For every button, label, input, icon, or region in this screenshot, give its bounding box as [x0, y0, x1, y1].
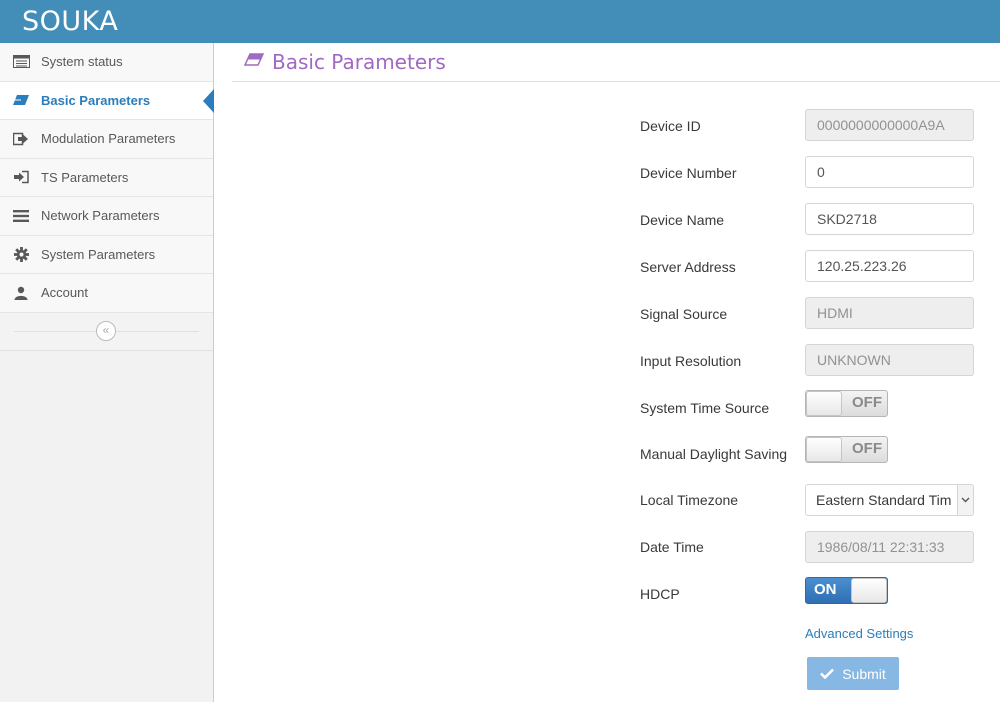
page-header: Basic Parameters — [232, 43, 1000, 82]
sidebar-item-label: Basic Parameters — [41, 92, 151, 108]
device-number-label: Device Number — [640, 165, 737, 181]
sidebar-item-basic-parameters[interactable]: Basic Parameters — [0, 81, 214, 120]
sidebar-item-account[interactable]: Account — [0, 274, 213, 313]
device-id-label: Device ID — [640, 118, 701, 134]
page-title: Basic Parameters — [272, 50, 446, 74]
hdcp-label: HDCP — [640, 586, 680, 602]
menu-icon — [12, 208, 30, 224]
selected-timezone: Eastern Standard Tim — [816, 492, 952, 508]
system-time-source-toggle[interactable]: OFF — [805, 390, 888, 417]
device-name-label: Device Name — [640, 212, 725, 228]
date-time-label: Date Time — [640, 539, 704, 555]
eraser-icon — [243, 53, 265, 71]
user-icon — [12, 285, 30, 301]
check-icon — [820, 668, 835, 679]
sidebar-item-label: Modulation Parameters — [41, 131, 176, 147]
sign-in-icon — [12, 169, 30, 185]
sidebar-item-label: TS Parameters — [41, 169, 129, 185]
advanced-settings-link[interactable]: Advanced Settings — [805, 626, 913, 641]
sidebar-item-label: Network Parameters — [41, 208, 160, 224]
sidebar-item-label: System Parameters — [41, 246, 156, 262]
toggle-state: OFF — [852, 394, 882, 411]
toggle-state: OFF — [852, 440, 882, 457]
system-time-source-label: System Time Source — [640, 400, 770, 416]
toggle-knob — [806, 437, 842, 462]
sidebar-item-label: Account — [41, 285, 88, 301]
submit-label: Submit — [842, 665, 886, 682]
submit-button[interactable]: Submit — [807, 657, 899, 690]
toggle-state: ON — [814, 581, 837, 598]
signal-source-field: HDMI — [805, 297, 974, 329]
manual-daylight-saving-label: Manual Daylight Saving — [640, 446, 788, 462]
server-address-label: Server Address — [640, 259, 736, 275]
sidebar: System status Basic Parameters Modulatio… — [0, 43, 214, 702]
top-navbar: SOUKA — [0, 0, 1000, 43]
sidebar-item-system-parameters[interactable]: System Parameters — [0, 235, 213, 274]
sidebar-collapse-bar: « — [0, 312, 213, 351]
server-address-input[interactable]: 120.25.223.26 — [805, 250, 974, 282]
sidebar-item-network-parameters[interactable]: Network Parameters — [0, 197, 213, 236]
device-number-input[interactable]: 0 — [805, 156, 974, 188]
sidebar-item-ts-parameters[interactable]: TS Parameters — [0, 158, 213, 197]
device-id-field: 0000000000000A9A — [805, 109, 974, 141]
sign-out-icon — [12, 131, 30, 147]
local-timezone-select[interactable]: Eastern Standard Tim — [805, 484, 974, 516]
hdcp-toggle[interactable]: ON — [805, 577, 888, 604]
toggle-knob — [806, 391, 842, 416]
list-icon — [12, 54, 30, 70]
sidebar-item-modulation-parameters[interactable]: Modulation Parameters — [0, 120, 213, 159]
local-timezone-label: Local Timezone — [640, 492, 739, 508]
signal-source-label: Signal Source — [640, 306, 728, 322]
brand-logo[interactable]: SOUKA — [22, 6, 118, 37]
gear-icon — [12, 246, 30, 262]
sidebar-item-system-status[interactable]: System status — [0, 43, 213, 82]
toggle-knob — [851, 578, 887, 603]
manual-daylight-saving-toggle[interactable]: OFF — [805, 436, 888, 463]
chevron-down-icon — [957, 485, 973, 515]
date-time-field: 1986/08/11 22:31:33 — [805, 531, 974, 563]
input-resolution-label: Input Resolution — [640, 353, 742, 369]
input-resolution-field: UNKNOWN — [805, 344, 974, 376]
sidebar-item-label: System status — [41, 54, 123, 70]
eraser-icon — [12, 92, 30, 108]
device-name-input[interactable]: SKD2718 — [805, 203, 974, 235]
double-chevron-left-icon[interactable]: « — [96, 320, 116, 341]
